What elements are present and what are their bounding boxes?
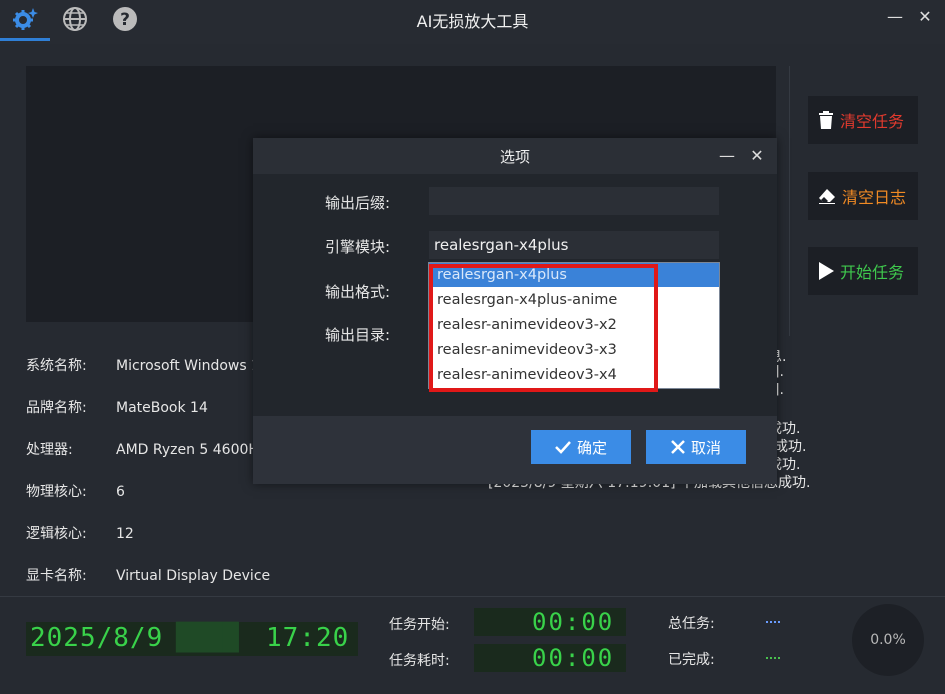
info-row-physical-cores: 物理核心: 6: [26, 481, 125, 501]
info-value: Virtual Display Device: [116, 568, 271, 584]
ok-button[interactable]: 确定: [531, 430, 631, 464]
info-value: MateBook 14: [116, 400, 208, 416]
trash-icon: [819, 111, 833, 129]
date-display: 2025/8/9: [30, 623, 164, 653]
completed-label: 已完成:: [668, 652, 715, 668]
start-task-label: 开始任务: [840, 263, 905, 282]
datetime-display: 2025/8/9 ████ 17:20: [26, 622, 358, 656]
dialog-close-button[interactable]: ✕: [746, 145, 768, 167]
progress-text: 0.0%: [870, 632, 906, 648]
engine-select[interactable]: realesrgan-x4plus: [429, 231, 719, 259]
total-tasks-label: 总任务:: [668, 616, 715, 632]
info-row-brand: 品牌名称: MateBook 14: [26, 397, 208, 417]
task-elapsed-label: 任务耗时:: [389, 653, 450, 669]
task-start-display: 00:00: [474, 608, 626, 636]
info-row-cpu: 处理器: AMD Ryzen 5 4600H w: [26, 439, 275, 459]
dialog-header: 选项 — ✕: [253, 138, 777, 174]
info-label: 逻辑核心:: [26, 526, 87, 542]
clear-log-button[interactable]: 清空日志: [808, 172, 918, 220]
check-icon: [555, 441, 571, 454]
output-dir-label: 输出目录:: [325, 326, 391, 344]
info-label: 系统名称:: [26, 358, 87, 374]
completed-value: [766, 657, 780, 659]
time-display: 17:20: [266, 623, 350, 653]
info-row-gpu: 显卡名称: Virtual Display Device: [26, 565, 270, 585]
output-suffix-label: 输出后缀:: [325, 194, 391, 212]
task-elapsed-display: 00:00: [474, 644, 626, 672]
eraser-icon: [819, 189, 835, 204]
info-label: 品牌名称:: [26, 400, 87, 416]
info-label: 显卡名称:: [26, 568, 87, 584]
task-start-label: 任务开始:: [389, 617, 450, 633]
lcd-filler: ████: [176, 623, 239, 653]
app-title: AI无损放大工具: [416, 12, 529, 31]
close-button[interactable]: ✕: [914, 6, 936, 28]
info-value: AMD Ryzen 5 4600H w: [116, 442, 275, 458]
x-icon: [671, 440, 685, 454]
dialog-footer: 确定 取消: [253, 416, 777, 484]
clear-tasks-label: 清空任务: [840, 112, 905, 131]
dialog-title: 选项: [499, 148, 530, 166]
info-label: 物理核心:: [26, 484, 87, 500]
task-start-time: 00:00: [532, 608, 615, 636]
info-value: 6: [116, 484, 125, 500]
info-row-os: 系统名称: Microsoft Windows 10: [26, 355, 269, 375]
minimize-button[interactable]: —: [884, 6, 906, 28]
cancel-button[interactable]: 取消: [646, 430, 746, 464]
total-tasks-value: [766, 621, 780, 623]
engine-label: 引擎模块:: [325, 238, 391, 256]
ok-label: 确定: [576, 438, 607, 457]
output-format-label: 输出格式:: [325, 283, 391, 301]
play-icon: [819, 262, 834, 280]
title-bar: ? AI无损放大工具 — ✕: [0, 0, 945, 44]
cancel-label: 取消: [690, 438, 721, 457]
clear-log-label: 清空日志: [842, 188, 907, 207]
clear-tasks-button[interactable]: 清空任务: [808, 96, 918, 144]
task-elapsed-time: 00:00: [532, 644, 615, 672]
progress-ring: 0.0%: [852, 604, 924, 676]
active-tab-indicator: [0, 38, 50, 41]
info-label: 处理器:: [26, 442, 73, 458]
divider: [789, 66, 790, 336]
highlight-box: [429, 264, 658, 392]
start-task-button[interactable]: 开始任务: [808, 247, 918, 295]
info-value: Microsoft Windows 10: [116, 358, 269, 374]
divider: [0, 596, 945, 597]
output-suffix-input[interactable]: [429, 187, 719, 215]
info-row-logical-cores: 逻辑核心: 12: [26, 523, 134, 543]
dialog-minimize-button[interactable]: —: [716, 145, 738, 167]
info-value: 12: [116, 526, 134, 542]
